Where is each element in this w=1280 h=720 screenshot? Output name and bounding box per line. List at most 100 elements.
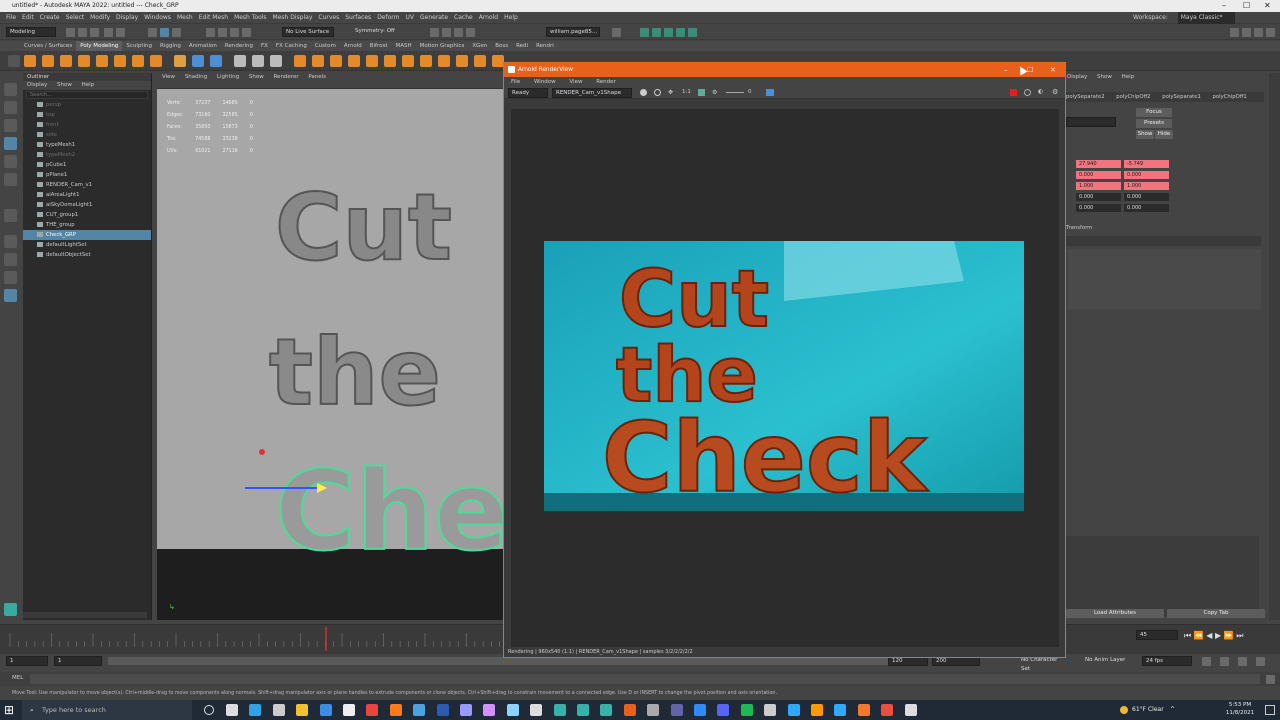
project-dropdown[interactable]: william.page85... bbox=[546, 27, 600, 37]
channel-value-field[interactable]: 0.000 bbox=[1124, 204, 1169, 212]
menu-curves[interactable]: Curves bbox=[318, 12, 339, 24]
maya-task-3-icon[interactable] bbox=[600, 704, 613, 716]
bridge-icon[interactable] bbox=[384, 55, 396, 67]
steam-icon[interactable] bbox=[764, 704, 777, 716]
outliner-menu-help[interactable]: Help bbox=[82, 82, 95, 88]
open-scene-icon[interactable] bbox=[78, 28, 87, 37]
step-forward-key-icon[interactable]: ⏩ bbox=[1224, 631, 1234, 640]
spotify-icon[interactable] bbox=[740, 704, 753, 716]
shelf-tab-rendri[interactable]: Rendri bbox=[532, 41, 558, 51]
extrude-icon[interactable] bbox=[420, 55, 432, 67]
render-region-icon[interactable] bbox=[698, 89, 705, 96]
renderview-menu-file[interactable]: File bbox=[511, 79, 520, 85]
maximize-icon[interactable]: ☐ bbox=[1243, 0, 1250, 12]
menu-edit-mesh[interactable]: Edit Mesh bbox=[199, 12, 228, 24]
render-camera-dropdown[interactable]: RENDER_Cam_v1Shape bbox=[552, 88, 632, 98]
channel-value-field[interactable]: 1.000 bbox=[1124, 182, 1169, 190]
tray-chevron-icon[interactable]: ^ bbox=[1170, 706, 1175, 713]
snap-view-icon[interactable] bbox=[242, 28, 251, 37]
outliner-item[interactable]: typeMesh1 bbox=[23, 140, 151, 150]
fps-dropdown[interactable]: 24 fps bbox=[1142, 656, 1192, 666]
exposure-value[interactable]: 0 bbox=[748, 89, 752, 95]
anim-layer-field[interactable]: No Anim Layer bbox=[1082, 656, 1134, 666]
character-controls-icon[interactable] bbox=[652, 28, 661, 37]
shelf-tab-animation[interactable]: Animation bbox=[185, 41, 221, 51]
select-by-component-icon[interactable] bbox=[172, 28, 181, 37]
file-explorer-icon[interactable] bbox=[296, 704, 309, 716]
auto-key-icon[interactable] bbox=[1202, 657, 1211, 666]
menu-generate[interactable]: Generate bbox=[420, 12, 448, 24]
go-to-start-icon[interactable]: ⏮ bbox=[1184, 631, 1191, 640]
weather-icon[interactable] bbox=[1120, 706, 1128, 714]
single-perspective-layout-icon[interactable] bbox=[4, 235, 17, 248]
word-icon[interactable] bbox=[436, 704, 449, 716]
menu-modify[interactable]: Modify bbox=[90, 12, 110, 24]
menu-file[interactable]: File bbox=[6, 12, 16, 24]
node-tab-polyseparate1[interactable]: polySeparate1 bbox=[1162, 94, 1201, 100]
outliner-item[interactable]: CUT_group1 bbox=[23, 210, 151, 220]
live-surface-field[interactable]: No Live Surface bbox=[282, 27, 334, 37]
hypershade-icon[interactable] bbox=[466, 28, 475, 37]
menu-help[interactable]: Help bbox=[504, 12, 518, 24]
unreal-icon[interactable] bbox=[904, 704, 917, 716]
menu-edit[interactable]: Edit bbox=[22, 12, 34, 24]
renderview-title-bar[interactable]: Arnold RenderView – ☐ ✕ bbox=[504, 63, 1065, 77]
viewport-menu-view[interactable]: View bbox=[162, 74, 175, 80]
poly-sphere-icon[interactable] bbox=[24, 55, 36, 67]
graph-layout-icon[interactable] bbox=[4, 289, 17, 302]
shelf-tab-motion-graphics[interactable]: Motion Graphics bbox=[416, 41, 469, 51]
shelf-tab-arnold[interactable]: Arnold bbox=[340, 41, 366, 51]
clock-date[interactable]: 11/8/2021 bbox=[1220, 710, 1260, 716]
render-current-frame-icon[interactable] bbox=[430, 28, 439, 37]
channel-value-field[interactable]: 0.000 bbox=[1076, 171, 1121, 179]
illustrator-icon[interactable] bbox=[811, 704, 823, 716]
render-snapshot-icon[interactable] bbox=[766, 89, 774, 96]
poly-torus-icon[interactable] bbox=[96, 55, 108, 67]
render-status-dropdown[interactable]: Ready bbox=[508, 88, 548, 98]
mel-label[interactable]: MEL bbox=[12, 675, 23, 681]
shelf-tab-rendering[interactable]: Rendering bbox=[221, 41, 257, 51]
animation-prefs-icon[interactable] bbox=[1220, 657, 1229, 666]
panel-layout-2-icon[interactable] bbox=[1242, 28, 1251, 37]
playback-prefs-icon[interactable] bbox=[1256, 657, 1265, 666]
menu-create[interactable]: Create bbox=[40, 12, 60, 24]
shelf-tab-sculpting[interactable]: Sculpting bbox=[122, 41, 156, 51]
four-view-layout-icon[interactable] bbox=[4, 253, 17, 266]
smooth-icon[interactable] bbox=[270, 55, 282, 67]
poly-cube-icon[interactable] bbox=[42, 55, 54, 67]
blender-icon[interactable] bbox=[857, 704, 870, 716]
mirror-icon[interactable] bbox=[348, 55, 360, 67]
workspace-value[interactable]: Maya Classic* bbox=[1177, 12, 1235, 24]
obs-icon[interactable] bbox=[530, 704, 543, 716]
sign-in-icon[interactable] bbox=[612, 28, 621, 37]
taskbar-search-input[interactable]: ⌕ Type here to search bbox=[22, 700, 192, 720]
poly-plane-icon[interactable] bbox=[114, 55, 126, 67]
shelf-tab-boss[interactable]: Boss bbox=[491, 41, 512, 51]
play-forward-icon[interactable]: ▶ bbox=[1215, 631, 1221, 640]
svg-tool-icon[interactable] bbox=[210, 55, 222, 67]
hide-button[interactable]: Hide bbox=[1155, 130, 1173, 139]
photos-icon[interactable] bbox=[413, 704, 426, 716]
node-tab-polychipoff1[interactable]: polyChipOff1 bbox=[1213, 94, 1247, 100]
outliner-menu-show[interactable]: Show bbox=[57, 82, 72, 88]
attribute-section-header[interactable] bbox=[1066, 236, 1261, 246]
menu-arnold[interactable]: Arnold bbox=[479, 12, 498, 24]
shelf-tab-fx-caching[interactable]: FX Caching bbox=[272, 41, 311, 51]
playback-start-field[interactable]: 1 bbox=[54, 656, 102, 666]
viewport-menu-panels[interactable]: Panels bbox=[308, 74, 326, 80]
multi-cut-icon[interactable] bbox=[456, 55, 468, 67]
outliner-item[interactable]: front bbox=[23, 120, 151, 130]
terminal-icon[interactable] bbox=[647, 704, 660, 716]
maya-task-2-icon[interactable] bbox=[577, 704, 589, 716]
outliner-item[interactable]: pPlane1 bbox=[23, 170, 151, 180]
discord-icon[interactable] bbox=[717, 704, 730, 716]
poly-cone-icon[interactable] bbox=[78, 55, 90, 67]
renderview-menu-render[interactable]: Render bbox=[596, 79, 616, 85]
fill-hole-icon[interactable] bbox=[402, 55, 414, 67]
render-pan-icon[interactable]: ✥ bbox=[668, 89, 673, 96]
animation-start-field[interactable]: 1 bbox=[6, 656, 48, 666]
channel-value-field[interactable]: -5.749 bbox=[1124, 160, 1169, 168]
menu-mesh-display[interactable]: Mesh Display bbox=[273, 12, 313, 24]
move-tool-icon[interactable] bbox=[4, 137, 17, 150]
shelf-tab-bifrost[interactable]: Bifrost bbox=[366, 41, 392, 51]
